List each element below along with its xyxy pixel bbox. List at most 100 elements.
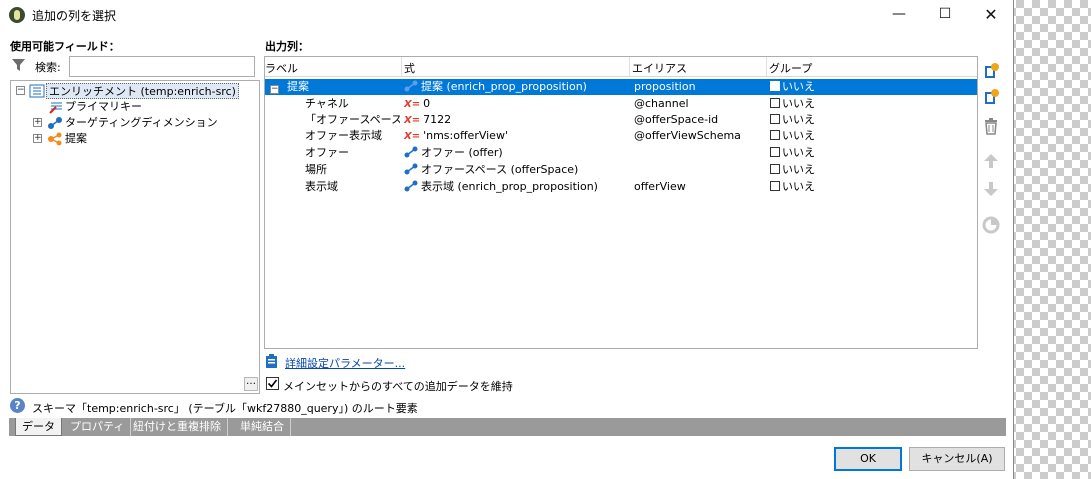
move-down-icon[interactable]: [982, 180, 1000, 198]
column-header-alias[interactable]: エイリアス: [632, 60, 687, 76]
grid-header: ラベル 式 エイリアス グループ: [265, 57, 977, 77]
output-columns-grid[interactable]: ラベル 式 エイリアス グループ − 提案 提案 (enrich_prop_pr…: [264, 56, 978, 349]
row-group[interactable]: いいえ: [770, 179, 815, 195]
row-expression-text: 提案 (enrich_prop_proposition): [421, 80, 587, 93]
row-expression: オファースペース (offerSpace): [404, 162, 626, 178]
row-expression-text: 7122: [423, 113, 452, 126]
grid-row[interactable]: 表示域 表示域 (enrich_prop_proposition) offerV…: [265, 179, 977, 195]
maximize-button[interactable]: ☐: [922, 0, 968, 30]
group-checkbox[interactable]: [770, 147, 780, 157]
row-label: オファー表示域: [305, 129, 382, 142]
proposition-link-icon: [48, 132, 62, 146]
row-label: チャネル: [305, 97, 349, 110]
group-checkbox[interactable]: [770, 181, 780, 191]
tree-node-proposition[interactable]: 提案: [65, 131, 87, 147]
grid-row[interactable]: チャネル X= 0 @channel いいえ: [265, 96, 977, 112]
row-group-text: いいえ: [782, 180, 815, 193]
tree-expand-toggle[interactable]: +: [33, 134, 42, 143]
group-checkbox[interactable]: [770, 114, 780, 124]
filter-icon[interactable]: [12, 58, 25, 72]
close-button[interactable]: ✕: [968, 0, 1014, 30]
tab-simple-join[interactable]: 単純結合: [234, 418, 291, 436]
available-fields-heading: 使用可能フィールド：: [10, 40, 120, 53]
row-group[interactable]: いいえ: [770, 96, 815, 112]
group-checkbox[interactable]: [770, 98, 780, 108]
row-expression: X= 0: [404, 96, 626, 113]
row-group-text: いいえ: [782, 129, 815, 142]
tree-expand-toggle[interactable]: +: [33, 118, 42, 127]
keep-all-data-label[interactable]: メインセットからのすべての追加データを維持: [283, 378, 513, 394]
help-icon[interactable]: ?: [10, 398, 25, 413]
link-icon: [404, 163, 418, 175]
row-group-text: いいえ: [782, 97, 815, 110]
expression-icon: X=: [404, 115, 421, 126]
targeting-dimension-icon: [48, 117, 62, 129]
row-alias: @channel: [634, 97, 689, 110]
row-expander[interactable]: −: [270, 85, 279, 94]
dialog-window: 追加の列を選択 — ☐ ✕ 使用可能フィールド： 検索: − エンリッチメント …: [0, 0, 1014, 479]
search-input[interactable]: [69, 56, 255, 77]
distribution-icon[interactable]: [982, 216, 1000, 234]
status-text: スキーマ「temp:enrich-src」 (テーブル「wkf27880_que…: [32, 402, 418, 415]
cancel-button[interactable]: キャンセル(A): [909, 447, 1005, 471]
group-checkbox[interactable]: [770, 81, 780, 91]
row-collapse-toggle[interactable]: −: [270, 79, 279, 95]
expression-icon: X=: [404, 99, 421, 110]
app-icon: [9, 7, 25, 23]
row-alias: proposition: [634, 80, 696, 93]
tab-data[interactable]: データ: [15, 418, 62, 436]
row-expression: オファー (offer): [404, 145, 626, 161]
group-checkbox[interactable]: [770, 130, 780, 140]
column-header-group[interactable]: グループ: [769, 60, 812, 76]
grid-row[interactable]: オファー オファー (offer) いいえ: [265, 145, 977, 161]
column-header-expression[interactable]: 式: [404, 60, 415, 76]
row-label: 場所: [305, 163, 327, 176]
link-icon: [404, 146, 418, 158]
link-icon: [404, 80, 418, 92]
row-expression: X='nms:offerView': [404, 128, 626, 145]
row-expression-text: 'nms:offerView': [423, 129, 508, 142]
tree-node-primary-key[interactable]: プライマリキー: [65, 99, 142, 115]
row-group[interactable]: いいえ: [770, 128, 815, 144]
enrichment-node-icon: [29, 84, 45, 98]
grid-row[interactable]: オファー表示域 X='nms:offerView' @offerViewSche…: [265, 128, 977, 144]
advanced-parameters-link[interactable]: 詳細設定パラメーター...: [285, 355, 405, 371]
tree-node-targeting-dimension[interactable]: ターゲティングディメンション: [65, 115, 218, 131]
group-checkbox[interactable]: [770, 164, 780, 174]
tab-bar: データ プロパティ 紐付けと重複排除 単純結合: [9, 418, 1006, 436]
keep-all-data-checkbox[interactable]: [266, 377, 279, 390]
tree-node-enrichment[interactable]: エンリッチメント (temp:enrich-src): [46, 83, 239, 99]
grid-row[interactable]: − 提案 提案 (enrich_prop_proposition) propos…: [265, 79, 977, 95]
row-label: オファー: [305, 146, 349, 159]
row-group[interactable]: いいえ: [770, 79, 815, 95]
row-expression-text: オファースペース (offerSpace): [421, 163, 579, 176]
row-group-text: いいえ: [782, 80, 815, 93]
row-group-text: いいえ: [782, 113, 815, 126]
delete-icon[interactable]: [982, 117, 1000, 135]
grid-row[interactable]: 場所 オファースペース (offerSpace) いいえ: [265, 162, 977, 178]
link-icon: [404, 180, 418, 192]
row-expression: 提案 (enrich_prop_proposition): [404, 79, 626, 95]
add-column-icon[interactable]: [982, 62, 1000, 80]
add-expression-icon[interactable]: [982, 88, 1000, 106]
row-group[interactable]: いいえ: [770, 145, 815, 161]
column-header-label[interactable]: ラベル: [265, 60, 298, 76]
move-up-icon[interactable]: [982, 152, 1000, 170]
tree-collapse-toggle[interactable]: −: [16, 86, 25, 95]
ok-button[interactable]: OK: [834, 447, 902, 471]
fields-tree[interactable]: − エンリッチメント (temp:enrich-src) プライマリキー + タ…: [10, 80, 260, 394]
row-group[interactable]: いいえ: [770, 112, 815, 128]
tab-reconciliation[interactable]: 紐付けと重複排除: [127, 418, 228, 436]
grid-row[interactable]: 「オファースペース」リ... X=7122 @offerSpace-id いいえ: [265, 112, 977, 128]
more-options-button[interactable]: …: [244, 377, 258, 391]
window-title: 追加の列を選択: [32, 9, 117, 23]
output-columns-heading: 出力列：: [265, 40, 309, 53]
row-group[interactable]: いいえ: [770, 162, 815, 178]
row-label: 「オファースペース」リ...: [305, 113, 400, 126]
minimize-button[interactable]: —: [876, 0, 922, 30]
clipboard-icon: [266, 354, 277, 368]
tab-properties[interactable]: プロパティ: [64, 418, 132, 436]
row-expression-text: 0: [423, 97, 431, 110]
row-expression: X= 7122: [404, 112, 626, 129]
row-alias: @offerSpace-id: [634, 113, 719, 126]
